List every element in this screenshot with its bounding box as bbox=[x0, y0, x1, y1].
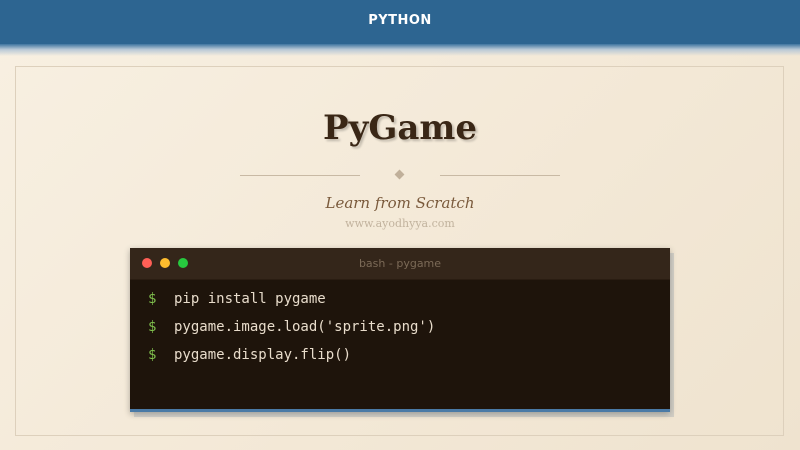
terminal-bottom-accent bbox=[130, 409, 670, 412]
subtitle: Learn from Scratch bbox=[325, 194, 475, 212]
prompt-symbol: $ bbox=[148, 291, 157, 307]
page-title: PyGame bbox=[323, 108, 477, 148]
prompt-symbol: $ bbox=[148, 347, 157, 363]
command-line: $ pygame.image.load('sprite.png') bbox=[148, 319, 435, 335]
terminal-titlebar: bash - pygame bbox=[130, 248, 670, 280]
command-text: pygame.display.flip() bbox=[174, 347, 352, 363]
command-line: $ pygame.display.flip() bbox=[148, 347, 351, 363]
prompt-symbol: $ bbox=[148, 319, 157, 335]
command-line: $ pip install pygame bbox=[148, 291, 326, 307]
command-text: pip install pygame bbox=[174, 291, 326, 307]
category-label: PYTHON bbox=[368, 13, 432, 28]
terminal-title: bash - pygame bbox=[358, 257, 442, 270]
top-header-bar: PYTHON bbox=[0, 0, 800, 44]
divider-right bbox=[440, 175, 560, 176]
header-shadow bbox=[0, 44, 800, 56]
command-text: pygame.image.load('sprite.png') bbox=[174, 319, 436, 335]
divider-left bbox=[240, 175, 360, 176]
terminal-window: bash - pygame $ pip install pygame $ pygam… bbox=[130, 248, 670, 412]
website-url: www.ayodhyya.com bbox=[345, 217, 455, 230]
